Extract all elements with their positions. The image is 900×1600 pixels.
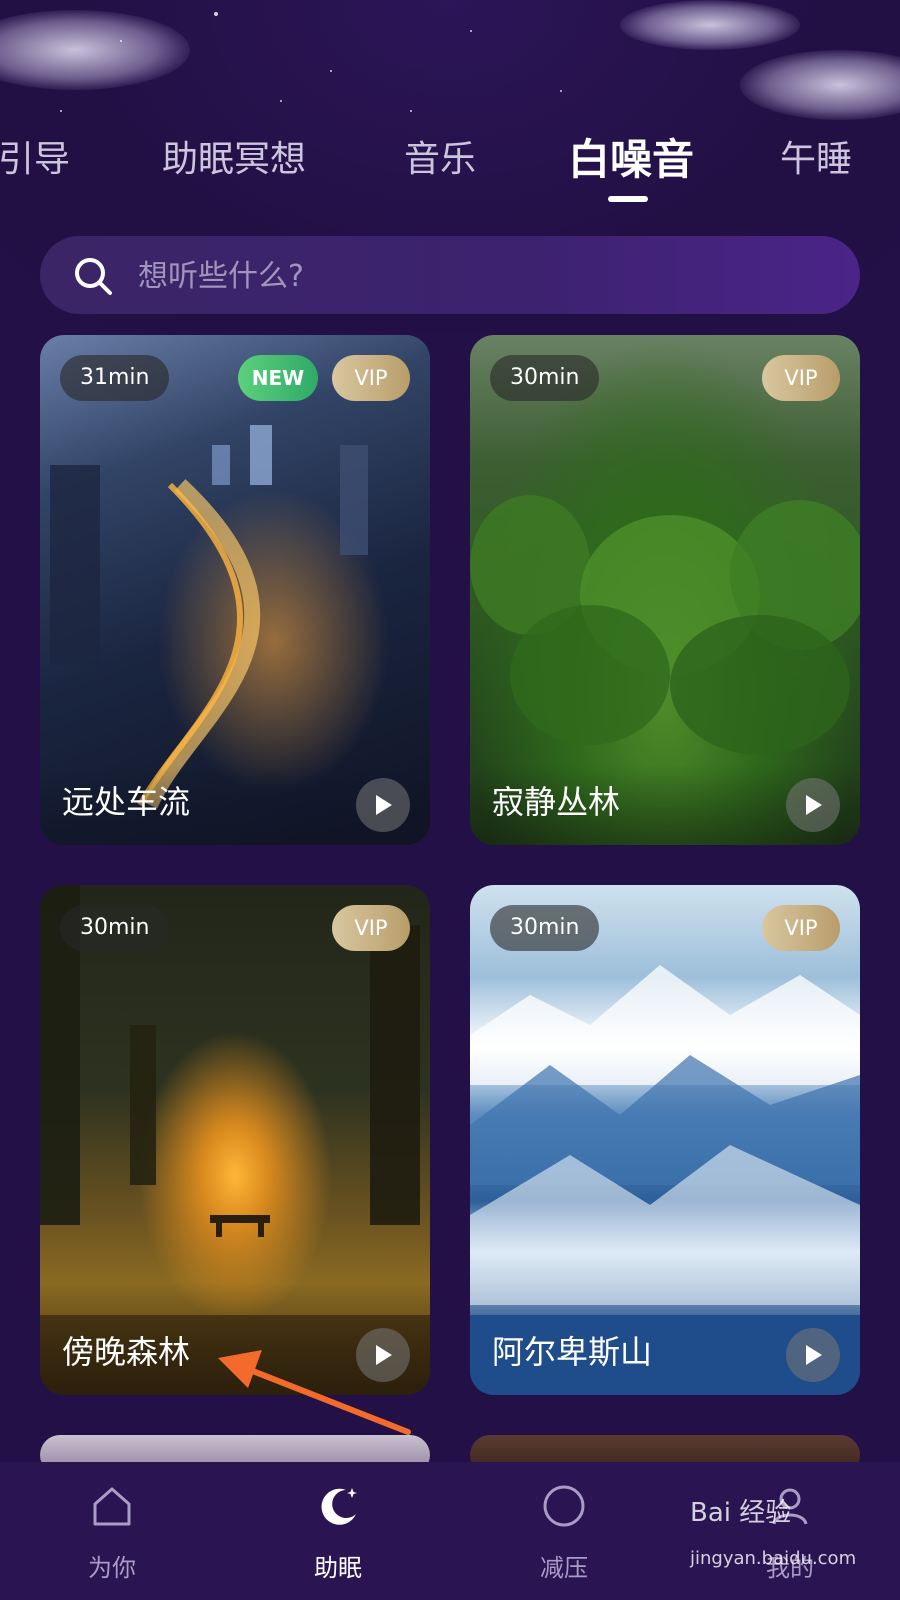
- new-badge: NEW: [238, 355, 318, 401]
- search-bar[interactable]: [40, 236, 860, 316]
- sound-card-evening-forest[interactable]: 30min VIP 傍晚森林: [40, 885, 430, 1395]
- play-button[interactable]: [356, 1328, 410, 1382]
- star: [60, 110, 62, 112]
- nav-label: 助眠: [314, 1554, 362, 1582]
- star: [214, 12, 218, 16]
- star: [330, 70, 332, 72]
- star: [470, 30, 472, 32]
- duration-badge: 30min: [490, 355, 600, 401]
- vip-badge: VIP: [332, 905, 410, 951]
- nav-item-mine[interactable]: 我的: [730, 1462, 850, 1600]
- play-icon: [806, 1345, 822, 1365]
- play-button[interactable]: [356, 778, 410, 832]
- search-input[interactable]: [136, 236, 820, 316]
- duration-badge: 31min: [60, 355, 170, 401]
- tab-nap[interactable]: 午睡: [780, 130, 852, 182]
- vip-badge: VIP: [332, 355, 410, 401]
- nav-label: 减压: [540, 1554, 588, 1582]
- play-icon: [806, 795, 822, 815]
- tab-sleep-meditation[interactable]: 助眠冥想: [162, 130, 306, 182]
- sound-card-quiet-jungle[interactable]: 30min VIP 寂静丛林: [470, 335, 860, 845]
- vip-badge: VIP: [762, 355, 840, 401]
- nav-item-relax[interactable]: 减压: [504, 1462, 624, 1600]
- tab-guide[interactable]: 引导: [0, 130, 70, 182]
- star: [410, 110, 412, 112]
- bottom-navigation: 为你 助眠 减压 我的: [0, 1462, 900, 1600]
- duration-badge: 30min: [490, 905, 600, 951]
- card-title: 傍晚森林: [62, 1333, 191, 1371]
- nav-item-sleep[interactable]: 助眠: [278, 1462, 398, 1600]
- watermark-url: jingyan.baidu.com: [690, 1548, 857, 1569]
- sound-card-distant-traffic[interactable]: 31min NEW VIP 远处车流: [40, 335, 430, 845]
- duration-badge: 30min: [60, 905, 170, 951]
- tab-music[interactable]: 音乐: [404, 130, 476, 182]
- card-title: 阿尔卑斯山: [492, 1333, 653, 1371]
- circle-icon: [543, 1485, 585, 1527]
- nav-item-for-you[interactable]: 为你: [52, 1462, 172, 1600]
- play-icon: [376, 795, 392, 815]
- watermark-brand: Bai 经验: [690, 1498, 792, 1528]
- vip-badge: VIP: [762, 905, 840, 951]
- sound-card-alps[interactable]: 30min VIP 阿尔卑斯山: [470, 885, 860, 1395]
- card-title: 远处车流: [62, 783, 191, 821]
- moon-icon: [321, 1488, 357, 1525]
- play-button[interactable]: [786, 778, 840, 832]
- play-icon: [376, 1345, 392, 1365]
- home-icon: [93, 1487, 131, 1526]
- star: [120, 40, 122, 42]
- cloud-decoration: [620, 0, 800, 50]
- nav-label: 为你: [88, 1554, 136, 1582]
- card-title: 寂静丛林: [492, 783, 621, 821]
- star: [560, 90, 562, 92]
- play-button[interactable]: [786, 1328, 840, 1382]
- search-icon: [75, 258, 112, 295]
- tab-white-noise[interactable]: 白噪音: [568, 126, 694, 187]
- active-tab-indicator: [608, 196, 648, 202]
- star: [280, 100, 282, 102]
